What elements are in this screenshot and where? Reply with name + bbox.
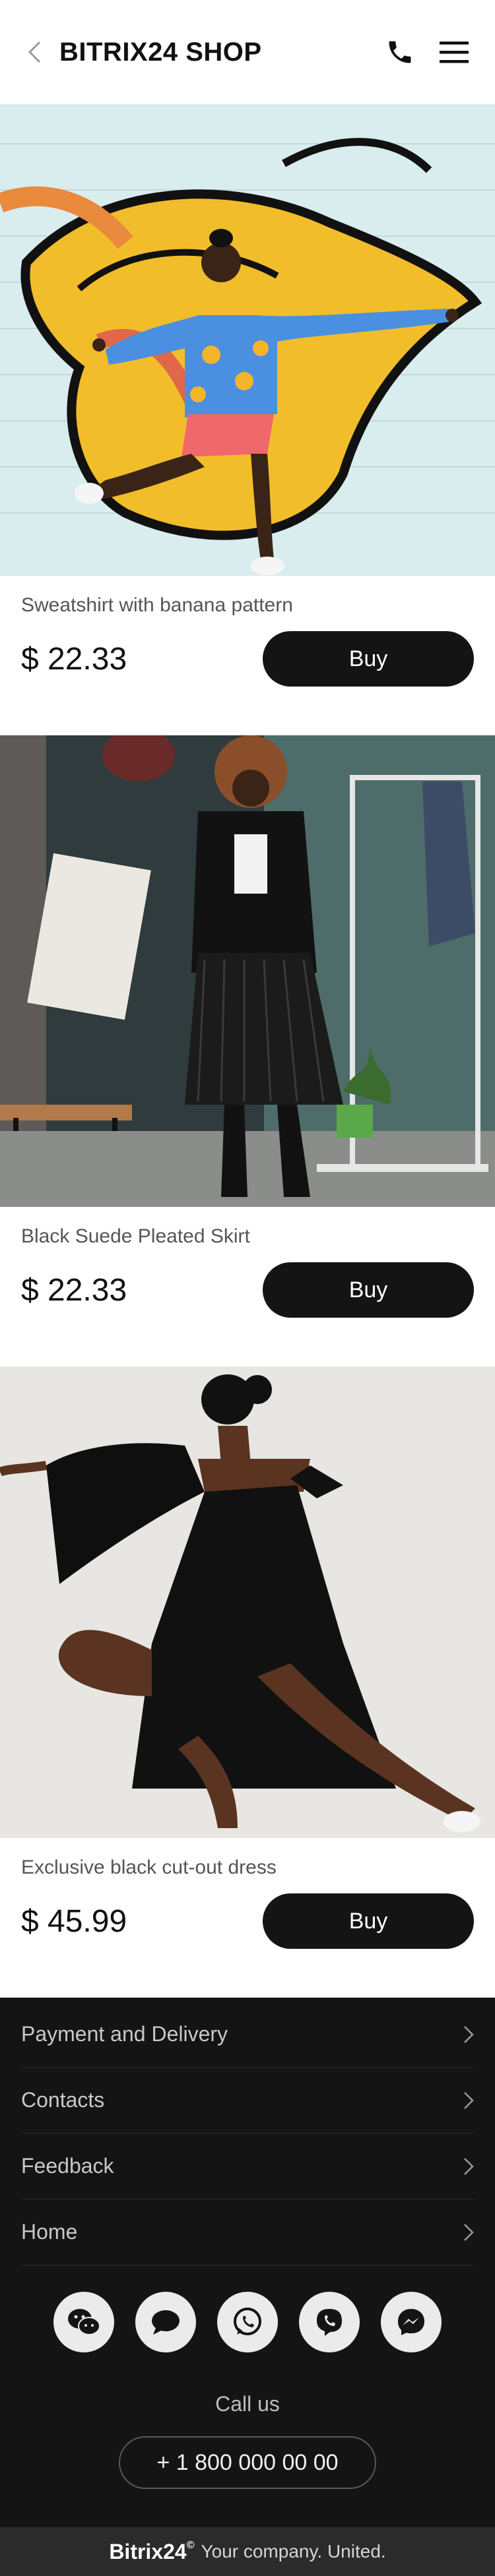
product-price: $ 45.99 [21, 1903, 127, 1939]
company-text: Your company. United. [201, 2541, 386, 2561]
page-title: BITRIX24 SHOP [59, 37, 262, 67]
price-row: $ 22.33 Buy [21, 631, 474, 687]
back-button[interactable] [21, 39, 48, 65]
product-info: Black Suede Pleated Skirt $ 22.33 Buy [0, 1207, 495, 1349]
whatsapp-icon [234, 2308, 261, 2335]
app-header: BITRIX24 SHOP [0, 0, 495, 104]
footer: Payment and Delivery Contacts Feedback H… [0, 1998, 495, 2576]
chat-button[interactable] [135, 2292, 196, 2352]
buy-button[interactable]: Buy [263, 1262, 474, 1318]
menu-item-label: Home [21, 2220, 78, 2244]
menu-button[interactable] [434, 32, 474, 72]
messenger-icon [398, 2309, 424, 2335]
price-row: $ 22.33 Buy [21, 1262, 474, 1318]
divider [0, 1349, 495, 1366]
brand-logo: Bitrix24© [109, 2540, 194, 2564]
copyright-bar: Bitrix24© Your company. United. [0, 2527, 495, 2576]
menu-item-home[interactable]: Home [21, 2199, 474, 2265]
wechat-button[interactable] [53, 2292, 114, 2352]
brand-name: Bitrix24 [109, 2539, 187, 2563]
wechat-icon [68, 2309, 100, 2335]
menu-item-feedback[interactable]: Feedback [21, 2133, 474, 2199]
chevron-right-icon [464, 2223, 474, 2241]
menu-icon [440, 42, 469, 63]
product-info: Sweatshirt with banana pattern $ 22.33 B… [0, 576, 495, 718]
product-name[interactable]: Exclusive black cut-out dress [21, 1856, 474, 1879]
viber-button[interactable] [299, 2292, 360, 2352]
product-image[interactable] [0, 735, 495, 1207]
product-name[interactable]: Sweatshirt with banana pattern [21, 594, 474, 617]
menu-item-label: Contacts [21, 2088, 105, 2112]
menu-item-label: Payment and Delivery [21, 2022, 228, 2046]
buy-button[interactable]: Buy [263, 1893, 474, 1949]
product-price: $ 22.33 [21, 641, 127, 677]
chevron-right-icon [464, 2025, 474, 2043]
product-price: $ 22.33 [21, 1272, 127, 1308]
product-card: Exclusive black cut-out dress $ 45.99 Bu… [0, 1366, 495, 1980]
product-card: Black Suede Pleated Skirt $ 22.33 Buy [0, 735, 495, 1349]
product-name[interactable]: Black Suede Pleated Skirt [21, 1225, 474, 1248]
product-image[interactable] [0, 104, 495, 576]
messenger-button[interactable] [381, 2292, 442, 2352]
viber-icon [317, 2309, 342, 2336]
buy-button[interactable]: Buy [263, 631, 474, 687]
product-card: Sweatshirt with banana pattern $ 22.33 B… [0, 104, 495, 718]
phone-icon [389, 41, 411, 63]
divider [0, 1980, 495, 1998]
chevron-right-icon [464, 2157, 474, 2175]
chat-icon [152, 2310, 180, 2335]
menu-item-payment[interactable]: Payment and Delivery [21, 2002, 474, 2068]
social-links [0, 2265, 495, 2352]
call-us-label: Call us [215, 2392, 280, 2416]
phone-button[interactable]: + 1 800 000 00 00 [119, 2436, 376, 2489]
price-row: $ 45.99 Buy [21, 1893, 474, 1949]
divider [0, 718, 495, 735]
menu-item-label: Feedback [21, 2154, 114, 2178]
call-button[interactable] [380, 32, 420, 72]
brand-mark: © [186, 2539, 195, 2551]
whatsapp-button[interactable] [217, 2292, 278, 2352]
menu-item-contacts[interactable]: Contacts [21, 2068, 474, 2133]
chevron-left-icon [28, 41, 41, 63]
product-image[interactable] [0, 1366, 495, 1838]
chevron-right-icon [464, 2091, 474, 2109]
product-info: Exclusive black cut-out dress $ 45.99 Bu… [0, 1838, 495, 1980]
